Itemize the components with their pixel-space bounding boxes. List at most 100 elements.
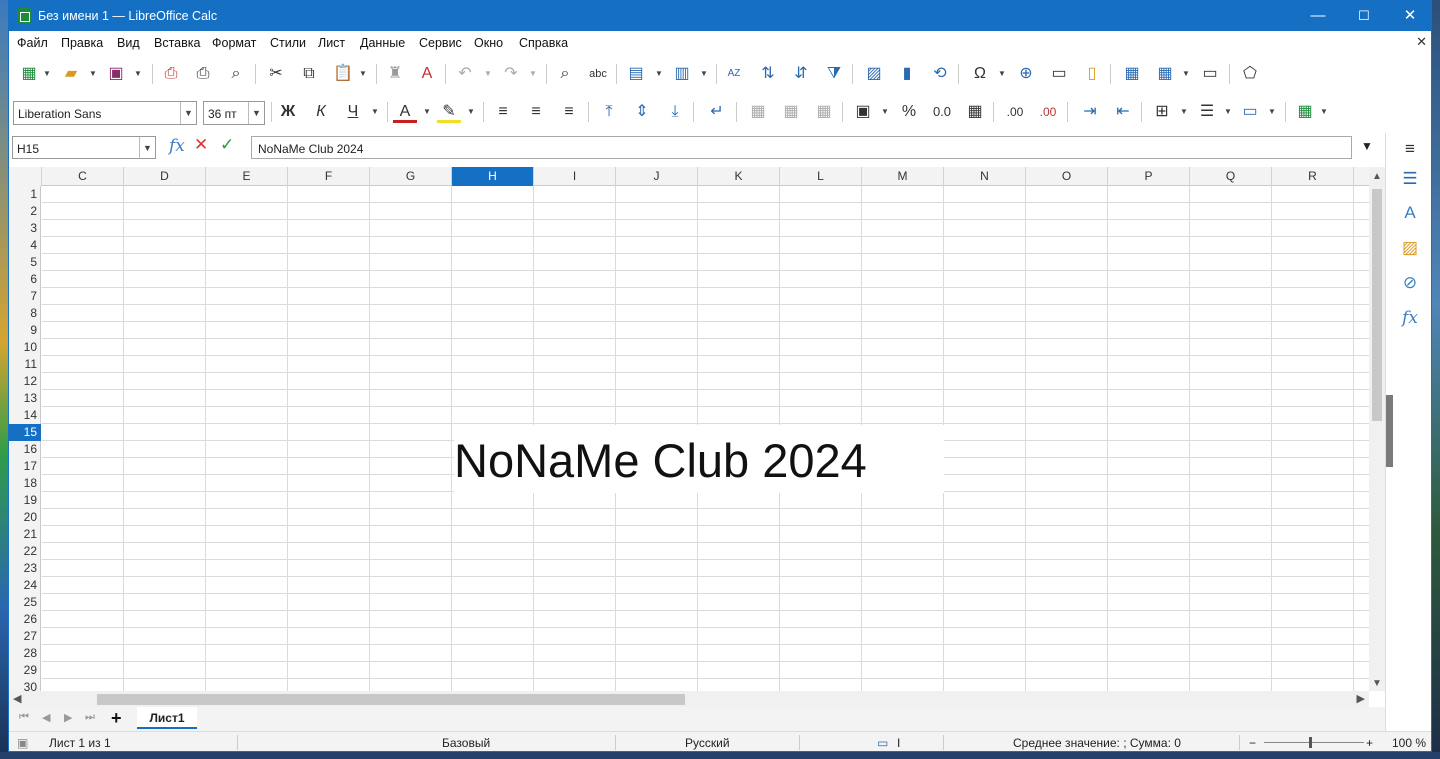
scroll-down-icon[interactable]: ▼ <box>1372 678 1382 689</box>
column-header[interactable]: R <box>1272 167 1354 186</box>
zoom-in-icon[interactable]: + <box>1366 736 1373 750</box>
merge-cells-icon[interactable]: ▦ <box>779 101 803 123</box>
zoom-slider-thumb[interactable] <box>1309 737 1312 748</box>
menu-window[interactable]: Окно <box>474 36 503 50</box>
functions-icon[interactable]: fx <box>1398 306 1422 330</box>
row-header[interactable]: 30 <box>9 679 41 691</box>
border-color-icon[interactable]: ▭ <box>1238 101 1262 123</box>
selection-mode-icon[interactable]: ▭ <box>877 736 888 750</box>
column-header[interactable]: J <box>616 167 698 186</box>
undo-icon[interactable]: ↶ <box>453 63 477 85</box>
zoom-slider[interactable] <box>1264 742 1364 743</box>
first-sheet-icon[interactable]: ⏮ <box>19 711 29 724</box>
add-decimal-place-icon[interactable]: .00 <box>1003 101 1027 123</box>
clear-formatting-icon[interactable]: A <box>415 63 439 85</box>
sort-descending-icon[interactable]: ⇵ <box>789 63 813 85</box>
split-window-icon[interactable]: ▭ <box>1198 63 1222 85</box>
chevron-down-icon[interactable]: ▼ <box>180 102 196 124</box>
print-icon[interactable]: ⎙ <box>191 63 215 85</box>
row-header[interactable]: 9 <box>9 322 41 339</box>
row-header[interactable]: 24 <box>9 577 41 594</box>
function-wizard-icon[interactable]: fx <box>169 136 185 156</box>
menu-edit[interactable]: Правка <box>61 36 103 50</box>
close-button[interactable]: ✕ <box>1387 1 1431 31</box>
column-header[interactable]: M <box>862 167 944 186</box>
conditional-format-icon[interactable]: ▦ <box>1293 101 1317 123</box>
row-header[interactable]: 20 <box>9 509 41 526</box>
sidebar-menu-icon[interactable]: ≡ <box>1398 137 1422 161</box>
name-box[interactable]: H15 ▼ <box>12 136 156 159</box>
font-name-box[interactable]: Liberation Sans ▼ <box>13 101 197 125</box>
page-style[interactable]: Базовый <box>442 736 490 750</box>
row-header[interactable]: 1 <box>9 186 41 203</box>
column-header[interactable]: C <box>42 167 124 186</box>
align-left-icon[interactable]: ≡ <box>491 101 515 123</box>
conditional-format-dropdown-icon[interactable]: ▼ <box>1319 101 1329 123</box>
align-center-icon[interactable]: ≡ <box>524 101 548 123</box>
undo-dropdown-icon[interactable]: ▼ <box>483 63 493 85</box>
next-sheet-icon[interactable]: ▶ <box>64 711 72 724</box>
last-sheet-icon[interactable]: ⏭ <box>85 711 95 724</box>
row-header-selected[interactable]: 15 <box>9 424 41 441</box>
menu-tools[interactable]: Сервис <box>419 36 462 50</box>
add-sheet-icon[interactable]: + <box>111 708 122 729</box>
row-header[interactable]: 19 <box>9 492 41 509</box>
hyperlink-icon[interactable]: ⊕ <box>1014 63 1038 85</box>
show-draw-functions-icon[interactable]: ⬠ <box>1238 63 1262 85</box>
print-preview-icon[interactable]: ⌕ <box>224 63 248 85</box>
column-header[interactable]: I <box>534 167 616 186</box>
font-color-icon[interactable]: A <box>393 101 417 123</box>
close-document-icon[interactable]: ✕ <box>1416 34 1427 50</box>
scroll-left-icon[interactable]: ◀ <box>13 692 21 705</box>
column-header[interactable]: L <box>780 167 862 186</box>
export-pdf-icon[interactable]: ⎙ <box>159 63 183 85</box>
border-color-dropdown-icon[interactable]: ▼ <box>1267 101 1277 123</box>
properties-icon[interactable]: ☰ <box>1398 167 1422 191</box>
zoom-level[interactable]: 100 % <box>1392 736 1426 750</box>
new-icon[interactable]: ▦ <box>17 63 41 85</box>
borders-dropdown-icon[interactable]: ▼ <box>1179 101 1189 123</box>
selection-summary[interactable]: Среднее значение: ; Сумма: 0 <box>1013 736 1181 750</box>
insert-image-icon[interactable]: ▨ <box>862 63 886 85</box>
bold-button[interactable]: Ж <box>276 101 300 123</box>
row-header[interactable]: 22 <box>9 543 41 560</box>
previous-sheet-icon[interactable]: ◀ <box>42 711 50 724</box>
column-icon[interactable]: ▥ <box>670 63 694 85</box>
row-header[interactable]: 3 <box>9 220 41 237</box>
number-format-icon[interactable]: 0.0 <box>930 101 954 123</box>
sheet-tab[interactable]: Лист1 <box>137 707 197 729</box>
redo-icon[interactable]: ↷ <box>499 63 523 85</box>
freeze-rows-columns-icon[interactable]: ▦ <box>1153 63 1177 85</box>
row-header[interactable]: 2 <box>9 203 41 220</box>
column-header[interactable]: K <box>698 167 780 186</box>
row-header[interactable]: 28 <box>9 645 41 662</box>
menu-sheet[interactable]: Лист <box>318 36 345 50</box>
row-dropdown-icon[interactable]: ▼ <box>654 63 664 85</box>
column-header-selected[interactable]: H <box>452 167 534 186</box>
date-format-icon[interactable]: ▦ <box>963 101 987 123</box>
currency-dropdown-icon[interactable]: ▼ <box>880 101 890 123</box>
column-header[interactable]: P <box>1108 167 1190 186</box>
paste-icon[interactable]: 📋 <box>331 63 355 85</box>
menu-view[interactable]: Вид <box>117 36 140 50</box>
center-vertically-icon[interactable]: ⇕ <box>630 101 654 123</box>
column-header[interactable]: O <box>1026 167 1108 186</box>
underline-button[interactable]: Ч <box>341 101 365 123</box>
spelling-icon[interactable]: abc <box>586 63 610 85</box>
italic-button[interactable]: К <box>309 101 333 123</box>
sidebar-collapse-handle[interactable] <box>1386 395 1393 467</box>
font-size-box[interactable]: 36 пт ▼ <box>203 101 265 125</box>
sort-ascending-icon[interactable]: ⇅ <box>756 63 780 85</box>
row-header[interactable]: 18 <box>9 475 41 492</box>
freeze-dropdown-icon[interactable]: ▼ <box>1181 63 1191 85</box>
gallery-icon[interactable]: ▨ <box>1398 236 1422 260</box>
vertical-scroll-thumb[interactable] <box>1372 189 1382 421</box>
row-header[interactable]: 17 <box>9 458 41 475</box>
redo-dropdown-icon[interactable]: ▼ <box>528 63 538 85</box>
highlight-color-icon[interactable]: ✎ <box>437 101 461 123</box>
row-header[interactable]: 10 <box>9 339 41 356</box>
delete-decimal-place-icon[interactable]: .00 <box>1036 101 1060 123</box>
styles-icon[interactable]: A <box>1398 201 1422 225</box>
increase-indent-icon[interactable]: ⇥ <box>1078 101 1102 123</box>
maximize-button[interactable]: ☐ <box>1341 1 1387 31</box>
